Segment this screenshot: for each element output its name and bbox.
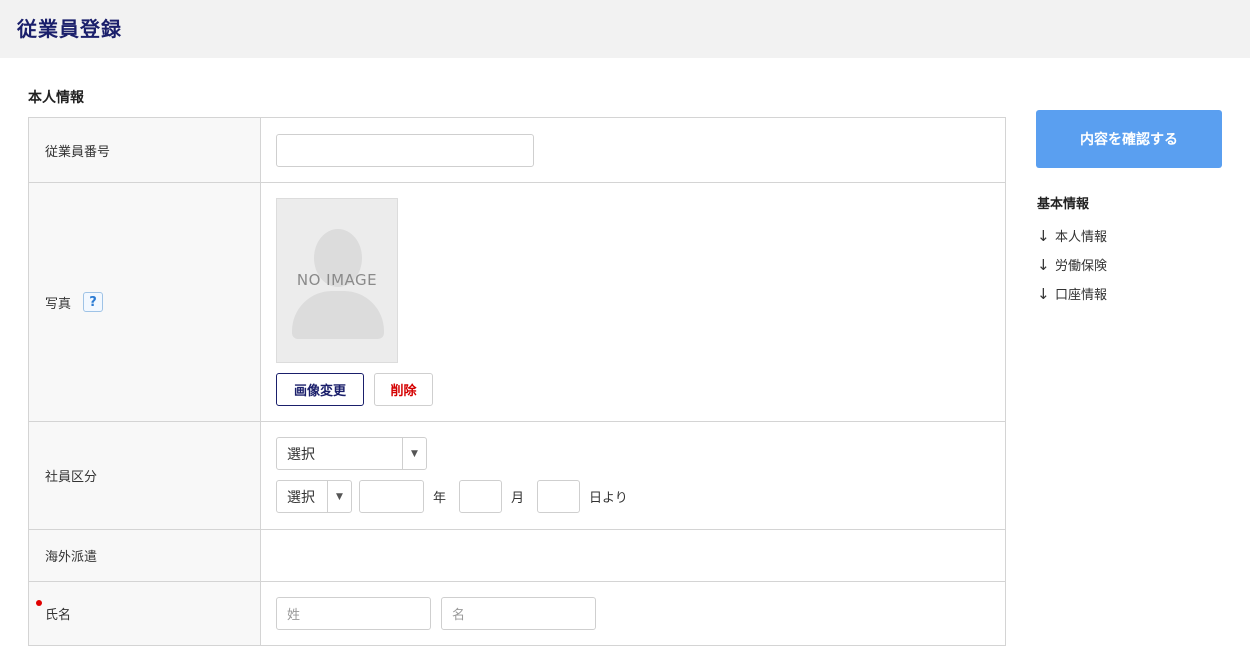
toc-title: 基本情報 [1037, 197, 1090, 212]
no-image-placeholder: NO IMAGE [276, 198, 398, 363]
last-name-input[interactable]: 姓 [276, 597, 431, 630]
employee-type-label: 社員区分 [29, 422, 261, 529]
employee-type-select[interactable]: 選択 ▼ [276, 437, 427, 470]
personal-info-form: 従業員番号 写真 ? NO IMAGE 画像変更 削除 社員区分 選択 ▼ 選択… [28, 117, 1006, 646]
era-select[interactable]: 選択 ▼ [276, 480, 352, 513]
arrow-down-icon: ↓ [1037, 255, 1050, 274]
table-of-contents: 基本情報 ↓ 本人情報 ↓ 労働保険 ↓ 口座情報 [1037, 193, 1107, 308]
month-unit: 月 [511, 491, 525, 506]
overseas-row: 海外派遣 [29, 530, 1005, 582]
photo-label: 写真 [45, 296, 72, 312]
year-unit: 年 [433, 491, 447, 506]
employee-type-row: 社員区分 選択 ▼ 選択 ▼ 年 月 日より [29, 422, 1005, 530]
confirm-button[interactable]: 内容を確認する [1036, 110, 1222, 168]
page-title: 従業員登録 [17, 17, 122, 41]
chevron-down-icon: ▼ [327, 481, 351, 512]
avatar-silhouette-body [292, 291, 384, 339]
delete-image-button[interactable]: 削除 [374, 373, 433, 406]
change-image-button[interactable]: 画像変更 [276, 373, 364, 406]
toc-item-labor-insurance[interactable]: ↓ 労働保険 [1037, 250, 1107, 279]
day-input[interactable] [537, 480, 581, 513]
year-input[interactable] [359, 480, 424, 513]
arrow-down-icon: ↓ [1037, 226, 1050, 245]
name-row: 氏名 姓 名 [29, 582, 1005, 646]
employee-number-row: 従業員番号 [29, 118, 1005, 183]
chevron-down-icon: ▼ [402, 438, 426, 469]
toc-item-personal[interactable]: ↓ 本人情報 [1037, 221, 1107, 250]
employee-number-label: 従業員番号 [29, 118, 261, 182]
overseas-label: 海外派遣 [29, 530, 261, 581]
first-name-input[interactable]: 名 [441, 597, 596, 630]
day-unit: 日より [589, 491, 628, 506]
arrow-down-icon: ↓ [1037, 284, 1050, 303]
page-header: 従業員登録 [0, 0, 1250, 58]
required-indicator [36, 600, 42, 606]
month-input[interactable] [459, 480, 503, 513]
photo-row: 写真 ? NO IMAGE 画像変更 削除 [29, 183, 1005, 422]
help-icon[interactable]: ? [83, 292, 104, 312]
toc-item-bank-account[interactable]: ↓ 口座情報 [1037, 279, 1107, 308]
employee-number-input[interactable] [276, 134, 534, 167]
section-title: 本人情報 [28, 90, 84, 106]
name-label: 氏名 [45, 608, 72, 623]
no-image-text: NO IMAGE [296, 271, 378, 289]
